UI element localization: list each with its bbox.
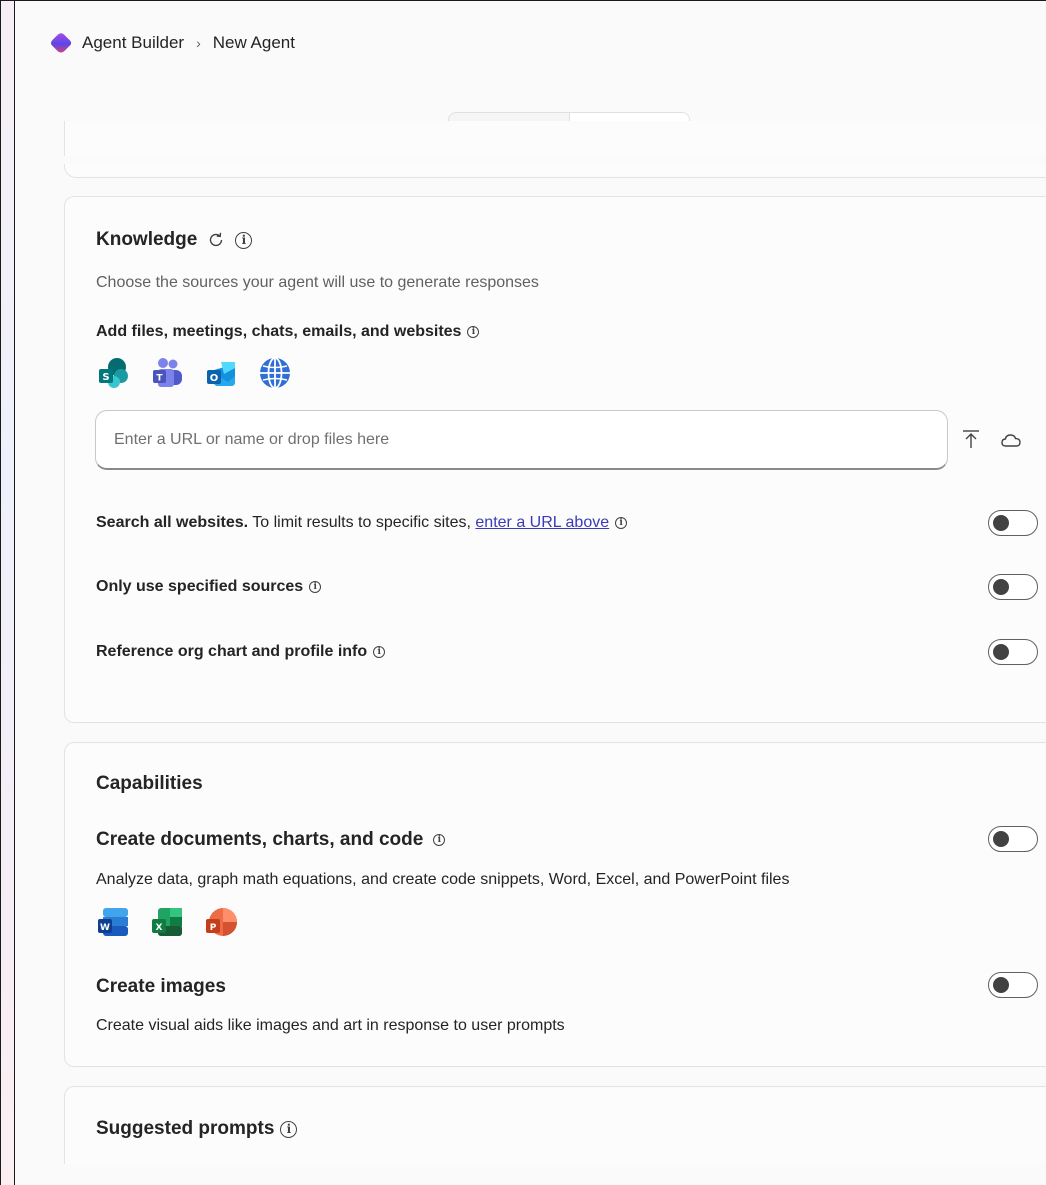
info-icon[interactable]: i — [309, 581, 322, 593]
only-specified-toggle[interactable] — [988, 574, 1038, 600]
add-sources-text: Add files, meetings, chats, emails, and … — [96, 323, 462, 340]
excel-icon: X — [152, 908, 182, 936]
only-specified-label: Only use specified sources — [96, 578, 304, 595]
refresh-icon[interactable] — [207, 231, 225, 249]
create-docs-toggle[interactable] — [988, 826, 1038, 852]
search-all-text: To limit results to specific sites, — [248, 514, 476, 531]
search-all-websites-toggle[interactable] — [988, 510, 1038, 536]
create-images-label: Create images — [96, 976, 226, 997]
only-specified-row: Only use specified sources i — [96, 578, 322, 596]
knowledge-title: Knowledge — [96, 229, 198, 250]
svg-text:P: P — [210, 923, 217, 933]
info-icon[interactable]: i — [280, 1120, 298, 1138]
svg-text:T: T — [156, 374, 163, 384]
scroll-fade — [16, 156, 1046, 164]
create-docs-label: Create documents, charts, and code — [96, 829, 424, 850]
toggle-knob — [993, 515, 1009, 531]
capabilities-card: Capabilities Create documents, charts, a… — [64, 742, 1046, 1067]
org-chart-label: Reference org chart and profile info — [96, 643, 368, 660]
chevron-right-icon: › — [196, 35, 201, 51]
create-docs-description: Analyze data, graph math equations, and … — [96, 871, 790, 888]
knowledge-heading: Knowledge i — [96, 229, 253, 251]
previous-section-card — [64, 121, 1046, 178]
search-all-websites-row: Search all websites. To limit results to… — [96, 514, 628, 532]
sharepoint-icon[interactable]: S — [96, 356, 130, 390]
info-icon[interactable]: i — [467, 326, 480, 338]
breadcrumb-current: New Agent — [212, 33, 295, 52]
toggle-knob — [993, 579, 1009, 595]
source-icons: S T O — [96, 356, 292, 390]
bottom-fade — [16, 1164, 1046, 1185]
info-icon[interactable]: i — [373, 646, 386, 658]
add-sources-label: Add files, meetings, chats, emails, and … — [96, 323, 480, 341]
word-icon: W — [98, 908, 128, 936]
capabilities-title: Capabilities — [96, 773, 203, 794]
create-images-description: Create visual aids like images and art i… — [96, 1017, 565, 1034]
svg-text:X: X — [156, 923, 163, 933]
breadcrumb-app[interactable]: Agent Builder — [82, 33, 184, 53]
info-icon[interactable]: i — [433, 834, 446, 846]
app-window: Agent Builder › New Agent Describe Confi… — [0, 0, 1046, 1185]
powerpoint-icon: P — [206, 908, 237, 936]
org-chart-row: Reference org chart and profile info i — [96, 643, 386, 661]
office-icons: W X P — [96, 905, 238, 939]
toggle-knob — [993, 644, 1009, 660]
cloud-icon[interactable] — [999, 428, 1023, 452]
knowledge-source-input[interactable] — [96, 411, 947, 468]
knowledge-source-field[interactable] — [95, 410, 948, 470]
upload-icon[interactable] — [959, 427, 983, 451]
suggested-prompts-title: Suggested prompts — [96, 1118, 275, 1139]
info-icon[interactable]: i — [615, 517, 628, 529]
knowledge-card: Knowledge i Choose the sources your agen… — [64, 196, 1046, 723]
toggle-knob — [993, 977, 1009, 993]
knowledge-subtitle: Choose the sources your agent will use t… — [96, 274, 539, 291]
org-chart-toggle[interactable] — [988, 639, 1038, 665]
suggested-prompts-heading: Suggested prompts i — [96, 1118, 298, 1140]
toggle-knob — [993, 831, 1009, 847]
agent-builder-logo-icon — [50, 33, 72, 53]
left-rail — [1, 1, 15, 1185]
outlook-icon[interactable]: O — [204, 356, 238, 390]
enter-url-link[interactable]: enter a URL above — [475, 514, 609, 531]
create-docs-heading: Create documents, charts, and code i — [96, 829, 446, 851]
teams-icon[interactable]: T — [150, 356, 184, 390]
main-canvas: Agent Builder › New Agent Describe Confi… — [16, 1, 1046, 1185]
globe-icon[interactable] — [258, 356, 292, 390]
svg-text:W: W — [100, 923, 110, 933]
info-icon[interactable]: i — [235, 231, 253, 249]
create-images-toggle[interactable] — [988, 972, 1038, 998]
breadcrumb: Agent Builder › New Agent — [50, 31, 295, 55]
svg-text:O: O — [210, 373, 219, 384]
svg-text:S: S — [102, 372, 109, 383]
search-all-bold: Search all websites. — [96, 514, 249, 531]
